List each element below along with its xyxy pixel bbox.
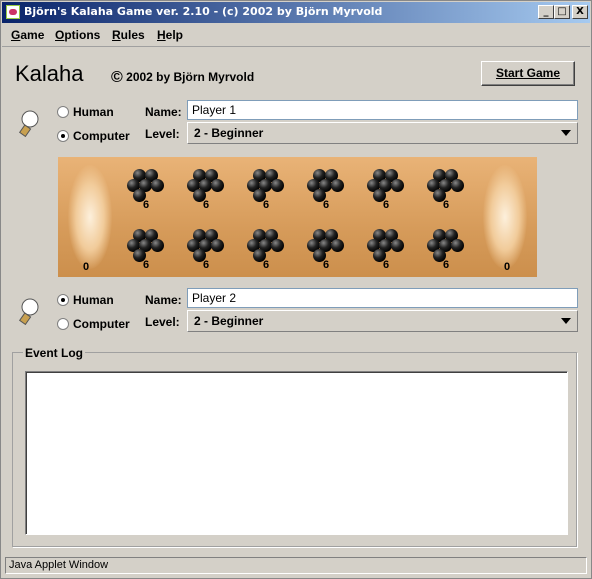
pit-count: 6 xyxy=(383,199,390,211)
stone xyxy=(151,239,164,252)
stone xyxy=(391,179,404,192)
top-pit[interactable]: 6 xyxy=(427,167,467,211)
lightbulb-icon xyxy=(18,110,39,138)
player2-level-label: Level: xyxy=(145,315,180,329)
title-bar: Björn's Kalaha Game ver. 2.10 - (c) 2002… xyxy=(2,2,590,23)
event-log-label: Event Log xyxy=(23,346,86,360)
page-title: Kalaha xyxy=(15,61,84,86)
stone xyxy=(451,179,464,192)
event-log-area[interactable] xyxy=(25,371,568,535)
copyright-notice: © 2002 by Björn Myrvold xyxy=(111,69,255,86)
menu-help[interactable]: Help xyxy=(157,28,183,42)
status-bar: Java Applet Window xyxy=(5,557,587,574)
stone xyxy=(271,179,284,192)
top-pit[interactable]: 6 xyxy=(247,167,287,211)
bottom-pit[interactable]: 6 xyxy=(307,227,347,271)
app-icon xyxy=(6,5,20,19)
top-pit[interactable]: 6 xyxy=(307,167,347,211)
stone xyxy=(331,179,344,192)
bottom-pit[interactable]: 6 xyxy=(367,227,407,271)
app-window: Björn's Kalaha Game ver. 2.10 - (c) 2002… xyxy=(0,0,592,579)
player2-name-label: Name: xyxy=(145,293,182,307)
left-store xyxy=(68,165,112,269)
top-pit[interactable]: 6 xyxy=(187,167,227,211)
maximize-button[interactable]: □ xyxy=(554,5,570,19)
start-game-button[interactable]: Start Game xyxy=(481,61,575,86)
kalaha-board: 0 0 6 6 6 6 6 6 6 6 6 6 6 6 xyxy=(58,157,537,277)
top-pit[interactable]: 6 xyxy=(127,167,167,211)
player1-level-select[interactable]: 2 - Beginner xyxy=(187,122,578,144)
stone xyxy=(451,239,464,252)
pit-count: 6 xyxy=(143,259,150,271)
close-button[interactable]: X xyxy=(572,5,588,19)
pit-count: 6 xyxy=(323,199,330,211)
bottom-pit[interactable]: 6 xyxy=(427,227,467,271)
player2-level-select[interactable]: 2 - Beginner xyxy=(187,310,578,332)
pit-count: 6 xyxy=(323,259,330,271)
stone xyxy=(271,239,284,252)
pit-count: 6 xyxy=(203,259,210,271)
bottom-pit[interactable]: 6 xyxy=(127,227,167,271)
pit-count: 6 xyxy=(383,259,390,271)
chevron-down-icon xyxy=(561,318,571,324)
player1-name-field[interactable]: Player 1 xyxy=(187,100,578,120)
stone xyxy=(331,239,344,252)
pit-count: 6 xyxy=(443,199,450,211)
pit-count: 6 xyxy=(263,259,270,271)
menu-bar: Game Options Rules Help xyxy=(2,24,590,47)
pit-count: 6 xyxy=(263,199,270,211)
right-store xyxy=(483,165,527,269)
chevron-down-icon xyxy=(561,130,571,136)
player1-level-label: Level: xyxy=(145,127,180,141)
minimize-button[interactable]: _ xyxy=(538,5,554,19)
pit-count: 6 xyxy=(203,199,210,211)
event-log-group: Event Log xyxy=(12,346,577,547)
window-title: Björn's Kalaha Game ver. 2.10 - (c) 2002… xyxy=(24,5,383,18)
stone xyxy=(211,179,224,192)
left-store-count: 0 xyxy=(83,261,90,273)
player1-name-label: Name: xyxy=(145,105,182,119)
stone xyxy=(211,239,224,252)
stone xyxy=(151,179,164,192)
menu-rules[interactable]: Rules xyxy=(112,28,145,42)
right-store-count: 0 xyxy=(504,261,511,273)
bottom-pit[interactable]: 6 xyxy=(187,227,227,271)
pit-count: 6 xyxy=(443,259,450,271)
lightbulb-icon xyxy=(18,298,39,326)
stone xyxy=(391,239,404,252)
player2-name-field[interactable]: Player 2 xyxy=(187,288,578,308)
menu-options[interactable]: Options xyxy=(55,28,100,42)
bottom-pit[interactable]: 6 xyxy=(247,227,287,271)
menu-game[interactable]: Game xyxy=(11,28,44,42)
top-pit[interactable]: 6 xyxy=(367,167,407,211)
pit-count: 6 xyxy=(143,199,150,211)
